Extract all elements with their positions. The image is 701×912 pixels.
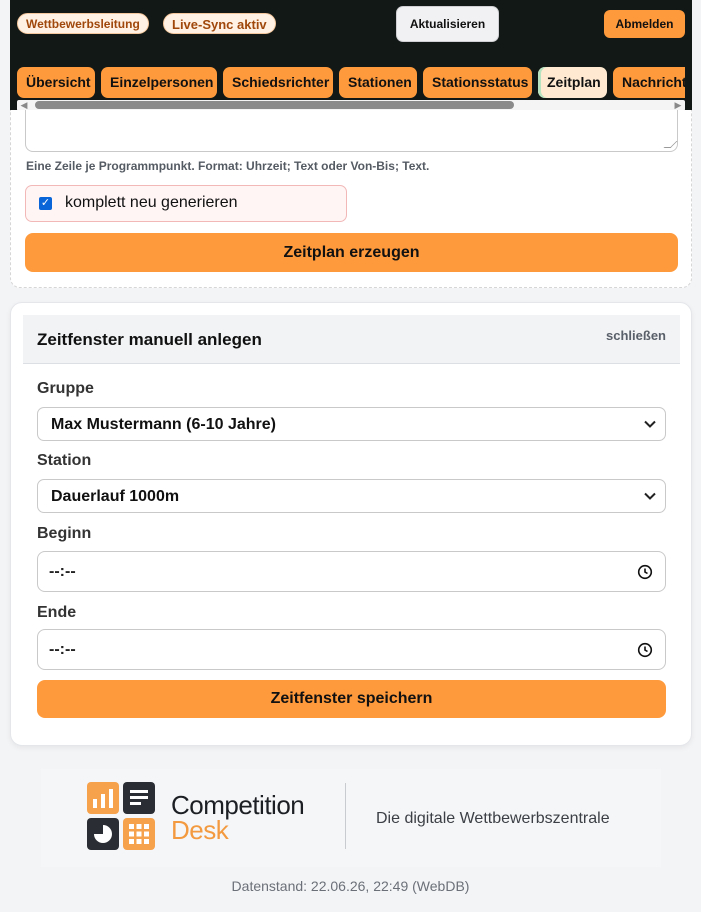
end-label: Ende <box>37 604 77 621</box>
schedule-format-hint: Eine Zeile je Programmpunkt. Format: Uhr… <box>26 159 430 173</box>
brand-banner: Competition Desk Die digitale Wettbewerb… <box>41 769 661 867</box>
tab-station-status[interactable]: Stationsstatus <box>423 67 532 98</box>
start-time-value: --:-- <box>49 563 76 580</box>
resize-grip-icon[interactable] <box>663 141 678 148</box>
regenerate-checkbox[interactable]: ✓ <box>39 197 52 210</box>
chevron-down-icon <box>644 420 656 428</box>
start-label: Beginn <box>37 525 92 542</box>
scroll-left-icon[interactable]: ◀ <box>19 101 29 110</box>
clock-icon[interactable] <box>637 564 653 580</box>
station-select[interactable]: Dauerlauf 1000m <box>37 479 666 513</box>
document-tile-icon <box>123 782 155 814</box>
station-select-value: Dauerlauf 1000m <box>51 488 180 505</box>
end-time-value: --:-- <box>49 641 76 658</box>
grid-tile-icon <box>123 818 155 850</box>
card-title: Zeitfenster manuell anlegen <box>37 330 262 349</box>
bar-chart-tile-icon <box>87 782 119 814</box>
manual-slot-card: Zeitfenster manuell anlegen schließen Gr… <box>10 302 692 746</box>
data-timestamp: Datenstand: 22.06.26, 22:49 (WebDB) <box>231 878 470 894</box>
group-select-value: Max Mustermann (6-10 Jahre) <box>51 416 276 433</box>
role-badge: Wettbewerbsleitung <box>17 13 149 34</box>
station-label: Station <box>37 452 92 469</box>
tab-schedule[interactable]: Zeitplan <box>538 67 607 98</box>
group-select[interactable]: Max Mustermann (6-10 Jahre) <box>37 407 666 441</box>
card-header: Zeitfenster manuell anlegen schließen <box>23 315 680 364</box>
schedule-generator-card: Eine Zeile je Programmpunkt. Format: Uhr… <box>10 110 692 288</box>
sync-status-badge: Live-Sync aktiv <box>163 13 276 34</box>
group-label: Gruppe <box>37 380 94 397</box>
tab-referees[interactable]: Schiedsrichter <box>223 67 333 98</box>
tab-individuals[interactable]: Einzelpersonen <box>101 67 217 98</box>
brand-divider <box>345 783 346 849</box>
regenerate-label[interactable]: komplett neu generieren <box>65 194 238 212</box>
refresh-button[interactable]: Aktualisieren <box>396 6 499 42</box>
tab-overview[interactable]: Übersicht <box>17 67 95 98</box>
tab-messages[interactable]: Nachrichten <box>613 67 685 98</box>
logout-button[interactable]: Abmelden <box>604 10 685 38</box>
regenerate-option[interactable]: ✓ komplett neu generieren <box>25 185 347 222</box>
schedule-textarea[interactable] <box>25 110 678 152</box>
pie-chart-tile-icon <box>87 818 119 850</box>
app-header: Wettbewerbsleitung Live-Sync aktiv Aktua… <box>10 0 692 119</box>
tab-bar: Übersicht Einzelpersonen Schiedsrichter … <box>17 67 685 99</box>
clock-icon[interactable] <box>637 642 653 658</box>
tab-stations[interactable]: Stationen <box>339 67 417 98</box>
brand-tagline: Die digitale Wettbewerbszentrale <box>376 810 610 827</box>
scrollbar-thumb[interactable] <box>35 101 514 109</box>
generate-schedule-button[interactable]: Zeitplan erzeugen <box>25 233 678 272</box>
chevron-down-icon <box>644 492 656 500</box>
logo-icon <box>87 782 155 850</box>
close-link[interactable]: schließen <box>606 328 666 343</box>
end-time-input[interactable]: --:-- <box>37 629 666 670</box>
save-slot-button[interactable]: Zeitfenster speichern <box>37 680 666 718</box>
scroll-right-icon[interactable]: ▶ <box>673 101 683 110</box>
brand-name-line2: Desk <box>171 815 229 845</box>
start-time-input[interactable]: --:-- <box>37 551 666 592</box>
